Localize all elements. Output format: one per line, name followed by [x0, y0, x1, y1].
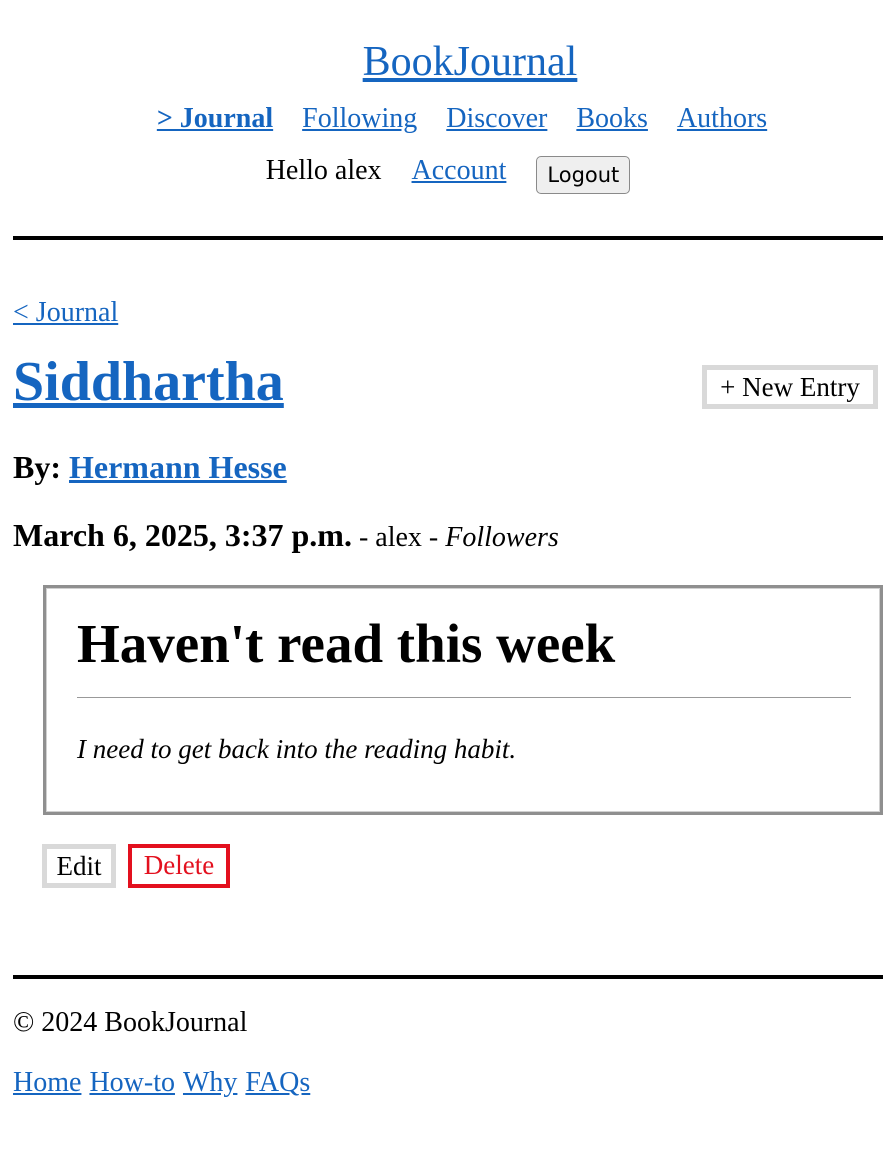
footer-link-why[interactable]: Why	[183, 1066, 237, 1100]
author-link[interactable]: Hermann Hesse	[69, 449, 287, 485]
by-label: By:	[13, 449, 61, 485]
footer-link-home[interactable]: Home	[13, 1066, 81, 1100]
nav-journal[interactable]: > Journal	[157, 102, 273, 136]
entry-date: March 6, 2025, 3:37 p.m.	[13, 517, 352, 553]
author-byline: By: Hermann Hesse	[13, 449, 287, 485]
user-greeting: Hello alex	[265, 155, 382, 186]
copyright-text: © 2024 BookJournal	[13, 1007, 248, 1038]
logout-button[interactable]: Logout	[536, 156, 631, 194]
back-to-journal-link[interactable]: < Journal	[13, 296, 118, 330]
entry-divider	[77, 697, 851, 698]
footer-link-how-to[interactable]: How-to	[89, 1066, 175, 1100]
edit-entry-button[interactable]: Edit	[42, 844, 116, 888]
entry-heading: Haven't read this week	[77, 613, 616, 674]
main-nav: > Journal Following Discover Books Autho…	[0, 102, 894, 136]
delete-entry-button[interactable]: Delete	[128, 844, 230, 888]
site-title: BookJournal	[0, 38, 894, 86]
nav-authors[interactable]: Authors	[677, 102, 767, 136]
header-divider	[13, 236, 883, 240]
book-title-link[interactable]: Siddhartha	[13, 351, 284, 413]
user-nav: Hello alex Account Logout	[0, 148, 894, 194]
footer-divider	[13, 975, 883, 979]
entry-meta: March 6, 2025, 3:37 p.m. - alex - Follow…	[13, 517, 559, 556]
book-title: Siddhartha	[13, 350, 284, 414]
nav-following[interactable]: Following	[302, 102, 417, 136]
meta-separator: -	[421, 522, 446, 553]
new-entry-button[interactable]: + New Entry	[702, 365, 878, 409]
footer-nav: Home How-to Why FAQs	[13, 1066, 310, 1100]
entry-visibility: Followers	[445, 522, 559, 553]
nav-books[interactable]: Books	[576, 102, 648, 136]
entry-body: I need to get back into the reading habi…	[77, 734, 517, 764]
nav-discover[interactable]: Discover	[446, 102, 547, 136]
meta-separator: -	[351, 522, 376, 553]
entry-user: alex	[375, 522, 422, 553]
journal-entry-card: Haven't read this week I need to get bac…	[43, 585, 883, 815]
site-title-link[interactable]: BookJournal	[363, 39, 578, 85]
footer-link-faqs[interactable]: FAQs	[245, 1066, 310, 1100]
account-link[interactable]: Account	[412, 154, 507, 188]
